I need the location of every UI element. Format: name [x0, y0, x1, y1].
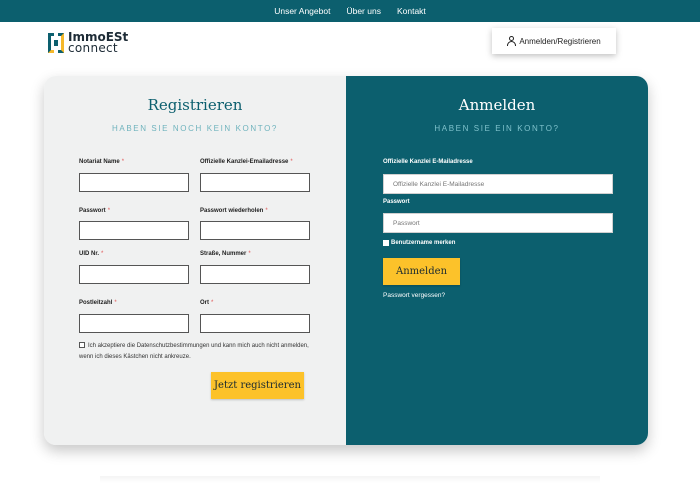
- auth-card: Registrieren HABEN SIE NOCH KEIN KONTO? …: [44, 76, 648, 445]
- register-subtitle: HABEN SIE NOCH KEIN KONTO?: [112, 124, 278, 133]
- login-password-input[interactable]: Passwort: [383, 213, 613, 233]
- login-register-button[interactable]: Anmelden/Registrieren: [492, 28, 616, 54]
- passwort-input[interactable]: [79, 221, 189, 240]
- passwort-wiederholen-input[interactable]: [200, 221, 310, 240]
- logo[interactable]: ImmoESt connect: [48, 31, 128, 55]
- uid-nr-input[interactable]: [79, 265, 189, 284]
- passwort-label: Passwort *: [79, 208, 111, 214]
- passwort-wiederholen-label: Passwort wiederholen *: [200, 208, 268, 214]
- user-icon: [507, 36, 517, 46]
- ort-input[interactable]: [200, 314, 310, 333]
- notariat-name-label: Notariat Name *: [79, 159, 125, 165]
- ort-label: Ort *: [200, 300, 214, 306]
- login-subtitle: HABEN SIE EIN KONTO?: [434, 124, 560, 133]
- logo-mark-icon: [48, 33, 64, 53]
- uid-nr-label: UID Nr. *: [79, 251, 104, 257]
- login-email-input[interactable]: Offizielle Kanzlei E-Mailadresse: [383, 174, 613, 194]
- kanzlei-email-label: Offizielle Kanzlei-Emailadresse *: [200, 159, 293, 165]
- nav-item-kontakt[interactable]: Kontakt: [389, 6, 434, 16]
- logo-line-2: connect: [68, 41, 118, 55]
- terms-checkbox[interactable]: [79, 342, 85, 348]
- strasse-nummer-input[interactable]: [200, 265, 310, 284]
- register-panel: Registrieren HABEN SIE NOCH KEIN KONTO? …: [44, 76, 346, 445]
- postleitzahl-input[interactable]: [79, 314, 189, 333]
- register-title: Registrieren: [147, 96, 243, 114]
- notariat-name-input[interactable]: [79, 173, 189, 192]
- nav-item-unser-angebot[interactable]: Unser Angebot: [266, 6, 338, 16]
- login-email-label: Offizielle Kanzlei E-Mailadresse: [383, 159, 473, 165]
- footer-edge: [100, 476, 600, 483]
- top-navigation: Unser Angebot Über uns Kontakt: [0, 0, 700, 22]
- remember-me[interactable]: Benutzername merken: [383, 240, 455, 246]
- login-register-label: Anmelden/Registrieren: [519, 36, 601, 46]
- logo-text: ImmoESt connect: [68, 31, 128, 55]
- login-title: Anmelden: [458, 96, 536, 114]
- forgot-password-link[interactable]: Passwort vergessen?: [383, 292, 445, 299]
- nav-item-ueber-uns[interactable]: Über uns: [338, 6, 389, 16]
- terms-consent: Ich akzeptiere die Datenschutzbestimmung…: [79, 341, 314, 363]
- login-panel: Anmelden HABEN SIE EIN KONTO? Offizielle…: [346, 76, 648, 445]
- postleitzahl-label: Postleitzahl *: [79, 300, 117, 306]
- remember-label: Benutzername merken: [391, 240, 456, 246]
- terms-text: Ich akzeptiere die Datenschutzbestimmung…: [79, 343, 309, 360]
- strasse-nummer-label: Straße, Nummer *: [200, 251, 251, 257]
- kanzlei-email-input[interactable]: [200, 173, 310, 192]
- register-submit-button[interactable]: Jetzt registrieren: [211, 372, 304, 399]
- login-password-label: Passwort: [383, 199, 410, 205]
- login-submit-button[interactable]: Anmelden: [383, 258, 460, 285]
- remember-checkbox[interactable]: [383, 240, 389, 246]
